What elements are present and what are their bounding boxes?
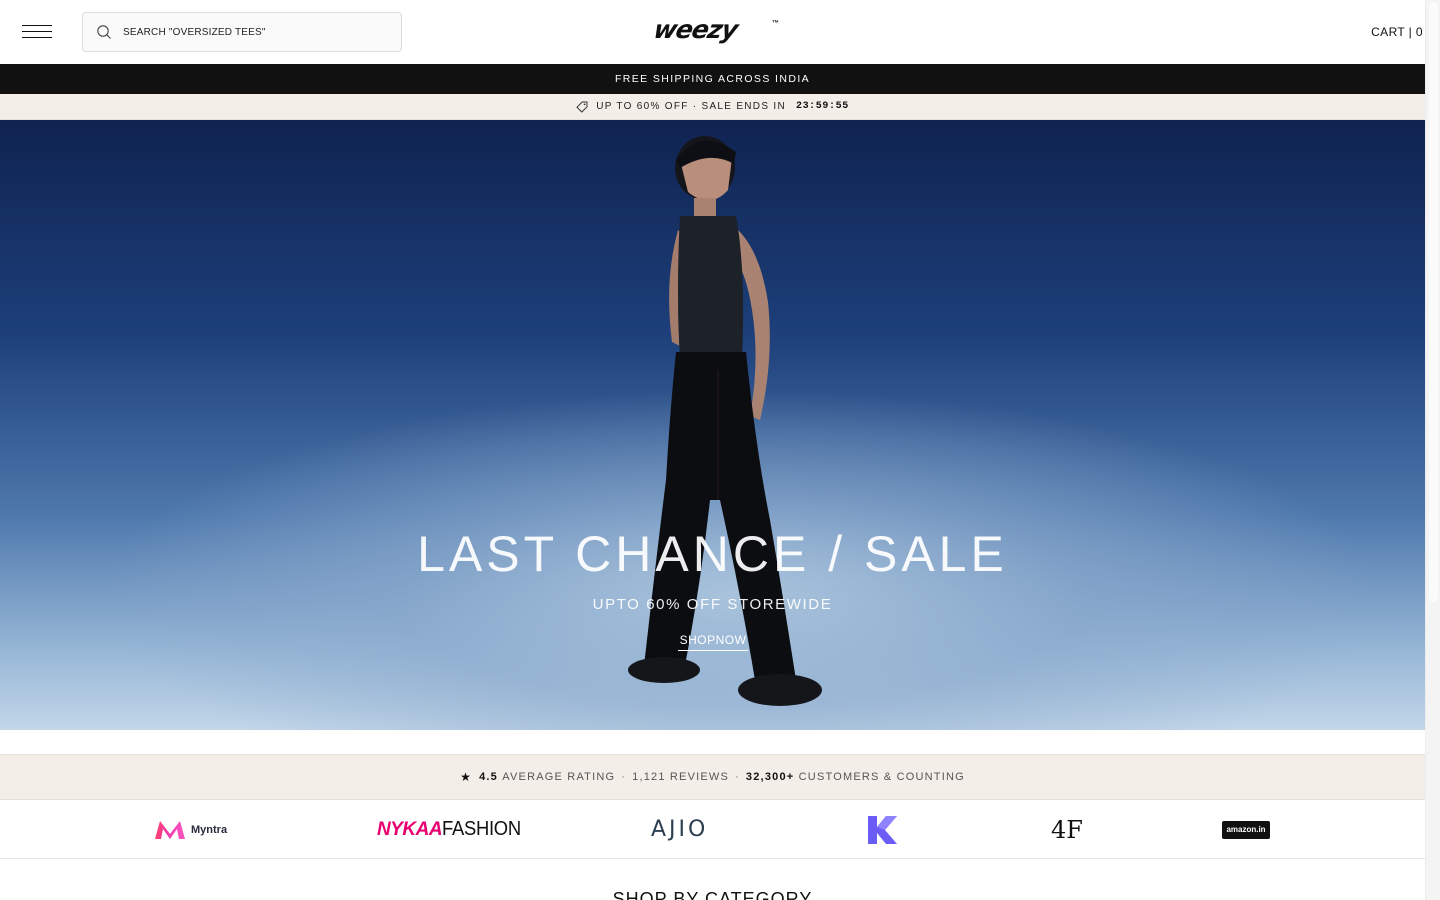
nykaa-label: NYKAA [377,818,443,840]
shipping-text: FREE SHIPPING ACROSS INDIA [614,73,811,85]
shipping-announcement: FREE SHIPPING ACROSS INDIA [0,64,1425,94]
myntra-logo[interactable]: Myntra [154,800,227,859]
ajio-logo[interactable]: AJIO [651,800,708,859]
sale-countdown: 23:59:55 [795,101,849,112]
tag-icon [576,101,588,113]
rating-summary: ★ 4.5 AVERAGE RATING · 1,121 REVIEWS · 3… [0,754,1425,800]
brand-logo[interactable]: weezy ™ [655,16,787,46]
customer-label: CUSTOMERS & COUNTING [798,771,965,783]
amazon-label: amazon.in [1226,825,1266,834]
k-brand-logo[interactable] [866,800,898,859]
rating-score: 4.5 [479,771,499,783]
page-scrollbar[interactable] [1425,0,1440,900]
cart-link[interactable]: CART | 0 [1371,25,1423,39]
site-header: weezy ™ CART | 0 [0,0,1425,64]
amazon-logo[interactable]: amazon.in [1222,800,1270,859]
hero-title: LAST CHANCE / SALE [417,526,1008,582]
four-f-label: 4F [1051,815,1083,844]
hero-subtitle: UPTO 60% OFF STOREWIDE [592,596,833,613]
shop-by-category-heading: SHOP BY CATEGORY [612,889,813,900]
menu-icon[interactable] [22,25,52,39]
four-f-logo[interactable]: 4F [1051,800,1083,859]
shop-now-link[interactable]: SHOPNOW [678,633,748,651]
sale-announcement: UP TO 60% OFF · SALE ENDS IN 23:59:55 [0,94,1425,120]
trademark-mark: ™ [772,20,779,27]
search-bar[interactable] [82,12,402,52]
logo-text: weezy [655,16,742,44]
marketplace-strip: Myntra NYKAA FASHION AJIO 4F amazon.in [0,800,1425,859]
myntra-m-icon [155,820,185,839]
scrollbar-thumb[interactable] [1429,2,1438,602]
separator-dot: · [735,771,740,783]
amazon-badge: amazon.in [1222,820,1270,839]
ajio-label: AJIO [651,817,709,842]
page: weezy ™ CART | 0 FREE SHIPPING ACROSS IN… [0,0,1425,900]
hero-banner[interactable]: LAST CHANCE / SALE UPTO 60% OFF STOREWID… [0,120,1425,730]
myntra-label: Myntra [191,823,228,836]
search-input[interactable] [123,26,383,38]
k-icon [868,815,897,844]
separator-dot: · [621,771,627,783]
search-icon [97,25,111,39]
sale-text: UP TO 60% OFF · SALE ENDS IN [596,101,786,112]
customer-count: 32,300+ [745,771,795,783]
fashion-label: FASHION [442,818,521,840]
review-count: 1,121 REVIEWS [632,771,730,783]
star-icon: ★ [460,770,473,784]
rating-label: AVERAGE RATING [502,771,616,783]
nykaa-fashion-logo[interactable]: NYKAA FASHION [377,800,528,859]
